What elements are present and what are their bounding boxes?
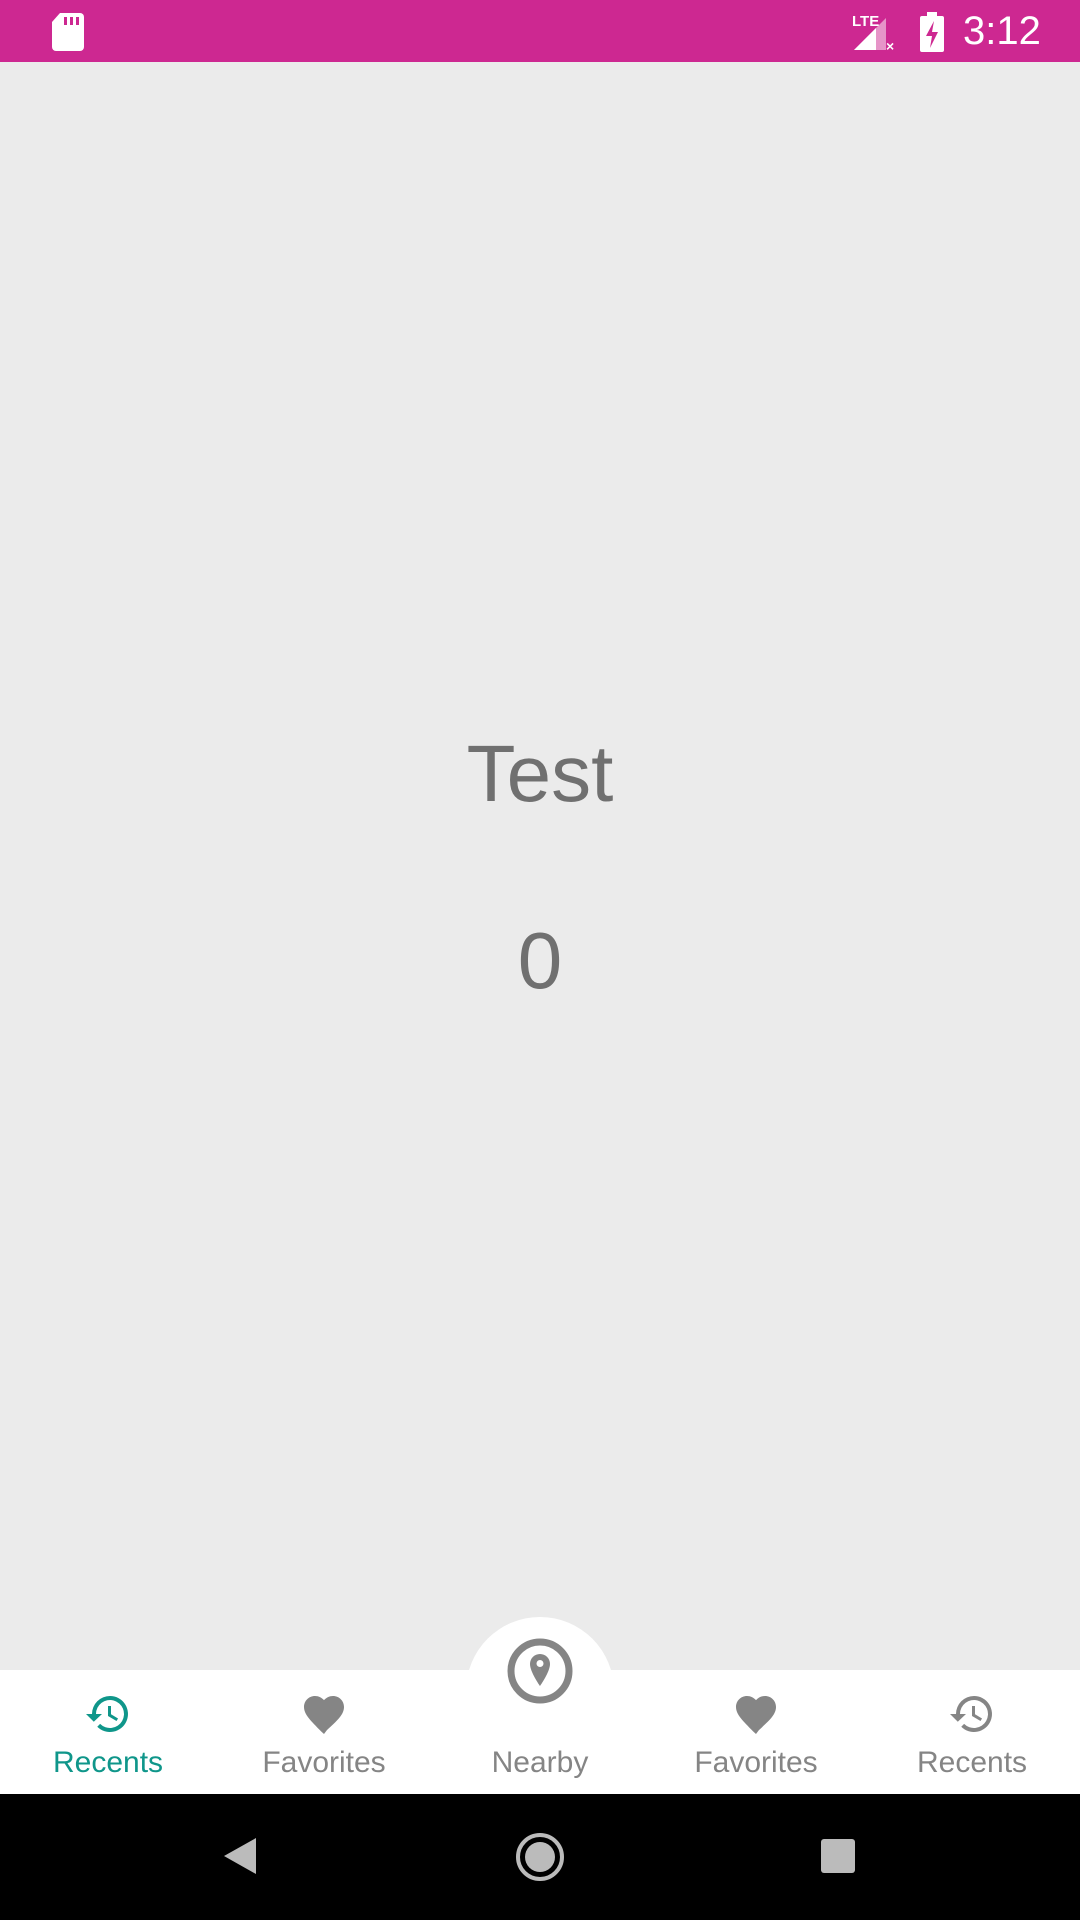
svg-text:LTE: LTE xyxy=(852,13,879,30)
heart-icon xyxy=(304,1696,344,1734)
nav-label: Recents xyxy=(916,1746,1028,1779)
sd-card-icon xyxy=(52,13,84,51)
nav-item-favorites-2[interactable]: Favorites xyxy=(648,1670,864,1794)
nav-item-recents[interactable]: Recents xyxy=(0,1670,216,1794)
nav-item-nearby[interactable]: Nearby xyxy=(432,1638,648,1794)
location-pin-icon xyxy=(507,1638,573,1704)
heart-icon xyxy=(736,1696,776,1734)
clock: 3:12 xyxy=(963,9,1041,53)
history-icon xyxy=(950,1696,992,1732)
nav-label: Nearby xyxy=(491,1746,589,1779)
home-icon[interactable] xyxy=(514,1831,566,1883)
system-navigation-bar xyxy=(0,1794,1080,1920)
back-icon[interactable] xyxy=(222,1836,258,1876)
page-title: Test xyxy=(466,729,614,818)
counter-value: 0 xyxy=(517,916,563,1005)
recents-square-icon[interactable] xyxy=(821,1839,855,1873)
svg-text:×: × xyxy=(886,38,894,52)
history-icon xyxy=(86,1696,128,1732)
status-bar: LTE × 3:12 xyxy=(0,0,1080,62)
nav-item-favorites[interactable]: Favorites xyxy=(216,1670,432,1794)
nav-label: Favorites xyxy=(694,1746,818,1779)
nav-label: Favorites xyxy=(262,1746,386,1779)
lte-signal-icon: LTE × xyxy=(852,13,894,52)
nav-item-recents-2[interactable]: Recents xyxy=(864,1670,1080,1794)
nav-label: Recents xyxy=(52,1746,164,1779)
battery-charging-icon xyxy=(920,12,944,52)
